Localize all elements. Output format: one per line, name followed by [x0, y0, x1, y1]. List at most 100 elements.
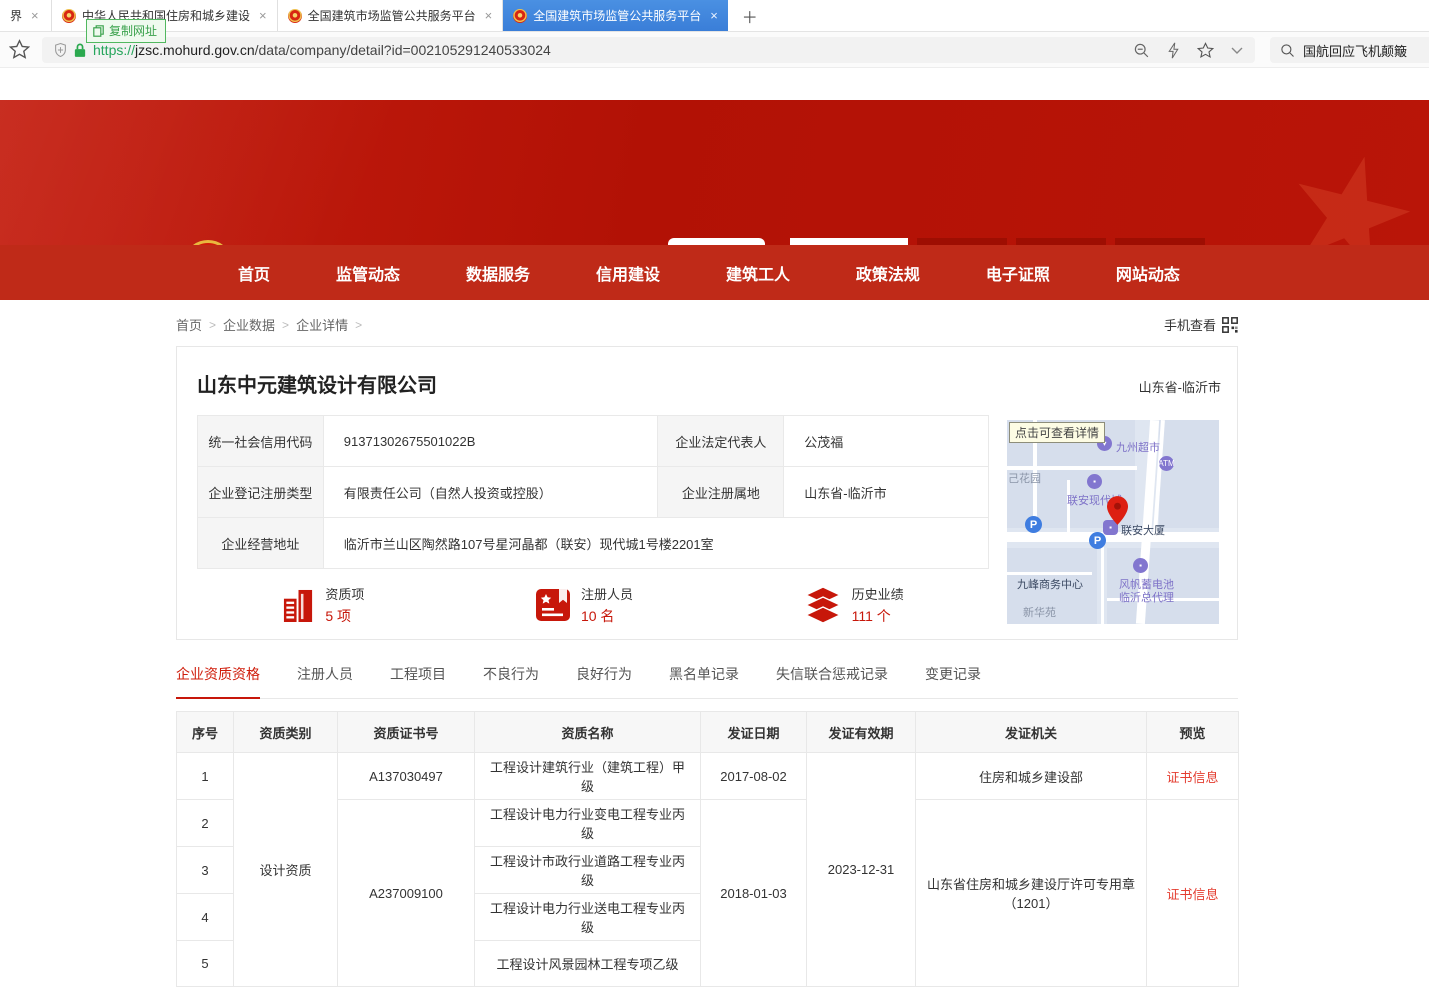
nav-item-credit[interactable]: 信用建设 — [596, 261, 660, 285]
info-label: 企业注册属地 — [658, 467, 784, 518]
stat-label: 注册人员 — [581, 584, 633, 603]
tab-projects[interactable]: 工程项目 — [390, 664, 446, 698]
shield-icon[interactable] — [54, 42, 67, 58]
battery-pin-icon: ▪ — [1133, 558, 1148, 573]
mobile-view-link[interactable]: 手机查看 — [1164, 315, 1238, 334]
table-row: 企业经营地址 临沂市兰山区陶然路107号星河晶都（联安）现代城1号楼2201室 — [198, 518, 989, 569]
building-icon — [282, 587, 315, 624]
stat-registered-personnel[interactable]: 注册人员 10 名 — [535, 584, 633, 626]
stat-label: 历史业绩 — [852, 584, 904, 603]
cell-cert-no: A237009100 — [338, 800, 475, 987]
search-tab-credit[interactable]: 诚信记录 — [1115, 238, 1205, 245]
cert-info-link[interactable]: 证书信息 — [1166, 887, 1218, 902]
browser-tab-bar: 界 × 中华人民共和国住房和城乡建设 × 全国建筑市场监管公共服务平台 × 全国… — [0, 0, 1429, 32]
col-header-no: 序号 — [177, 712, 234, 753]
search-tab-project[interactable]: 建设项目 — [1016, 238, 1106, 245]
tab-registered-personnel[interactable]: 注册人员 — [297, 664, 353, 698]
tab-dishonesty-records[interactable]: 失信联合惩戒记录 — [776, 664, 888, 698]
emblem-favicon-icon — [513, 9, 527, 23]
stat-label: 资质项 — [325, 584, 364, 603]
hot-search-text: 国航回应飞机颠簸 — [1303, 41, 1407, 60]
info-value-credit-code: 91371302675501022B — [323, 416, 658, 467]
nav-item-workers[interactable]: 建筑工人 — [726, 261, 790, 285]
map-block — [1159, 420, 1219, 528]
col-header-cert-no: 资质证书号 — [338, 712, 475, 753]
stat-qualifications[interactable]: 资质项 5 项 — [282, 584, 364, 626]
https-lock-icon — [74, 42, 86, 58]
cell-category: 设计资质 — [234, 753, 338, 987]
layers-icon — [804, 587, 842, 623]
parking-icon: P — [1025, 516, 1042, 533]
stat-value: 10 名 — [581, 606, 633, 626]
nav-item-home[interactable]: 首页 — [238, 261, 270, 285]
url-text: https://jzsc.mohurd.gov.cn/data/company/… — [93, 42, 551, 58]
browser-quick-search[interactable]: 国航回应飞机颠簸 — [1270, 37, 1429, 63]
col-header-issue-date: 发证日期 — [701, 712, 807, 753]
cell-qual-name: 工程设计建筑行业（建筑工程）甲级 — [475, 753, 701, 800]
breadcrumb-company-data[interactable]: 企业数据 — [223, 315, 275, 334]
chevron-down-icon[interactable] — [1231, 46, 1243, 55]
breadcrumb-row: 首页 > 企业数据 > 企业详情 > 手机查看 — [176, 315, 1238, 334]
breadcrumb-separator: > — [209, 318, 216, 332]
info-label: 企业登记注册类型 — [198, 467, 324, 518]
search-tab-personnel[interactable]: 从业人员 — [917, 238, 1007, 245]
browser-tab-partial[interactable]: 界 × — [0, 0, 52, 31]
search-tab-enterprise[interactable]: 建设工程企业 — [790, 238, 908, 245]
address-bar-input[interactable]: https://jzsc.mohurd.gov.cn/data/company/… — [42, 37, 1255, 63]
nav-item-supervision[interactable]: 监管动态 — [336, 261, 400, 285]
zoom-out-icon[interactable] — [1133, 42, 1150, 59]
info-label: 企业经营地址 — [198, 518, 324, 569]
company-name: 山东中元建筑设计有限公司 — [197, 369, 437, 398]
cell-issue-date: 2018-01-03 — [701, 800, 807, 987]
col-header-authority: 发证机关 — [916, 712, 1147, 753]
tab-blacklist[interactable]: 黑名单记录 — [669, 664, 739, 698]
cert-info-link[interactable]: 证书信息 — [1166, 770, 1218, 785]
header-search-widget: 建设工程企业 从业人员 建设项目 诚信记录 搜索 — [790, 238, 1238, 245]
company-location-map[interactable]: 点击可查看详情 ▾ 九州超市 ATM 己花园 ▪ 联安现代城 ▪ 联安大厦 P … — [1007, 420, 1219, 624]
bookmark-star-icon[interactable] — [9, 39, 30, 65]
breadcrumb-separator: > — [282, 318, 289, 332]
tab-close-icon[interactable]: × — [31, 9, 39, 22]
browser-tab-jzsc-active[interactable]: 全国建筑市场监管公共服务平台 × — [503, 0, 728, 31]
nav-item-data-service[interactable]: 数据服务 — [466, 261, 530, 285]
cell-qual-name: 工程设计风景园林工程专项乙级 — [475, 941, 701, 987]
map-poi-battery-2: 临沂总代理 — [1119, 589, 1174, 605]
table-row: 企业登记注册类型 有限责任公司（自然人投资或控股） 企业注册属地 山东省-临沂市 — [198, 467, 989, 518]
breadcrumb-home[interactable]: 首页 — [176, 315, 202, 334]
atm-pin-icon: ATM — [1159, 456, 1174, 471]
nav-item-elicense[interactable]: 电子证照 — [986, 261, 1050, 285]
certificate-icon — [535, 588, 571, 622]
info-label: 企业法定代表人 — [658, 416, 784, 467]
table-row: 统一社会信用代码 91371302675501022B 企业法定代表人 公茂福 — [198, 416, 989, 467]
new-tab-button[interactable]: ＋ — [728, 0, 772, 31]
nav-item-policy[interactable]: 政策法规 — [856, 261, 920, 285]
parking-icon: P — [1089, 532, 1106, 549]
qr-code-icon — [1222, 317, 1238, 333]
site-header: ★ 中华人民共和国住房和城乡建设部 www.mohurd.gov.cn 全国建筑… — [0, 100, 1429, 245]
tab-close-icon[interactable]: × — [710, 9, 718, 22]
qualification-table: 序号 资质类别 资质证书号 资质名称 发证日期 发证有效期 发证机关 预览 1 … — [176, 711, 1239, 987]
tab-title: 全国建筑市场监管公共服务平台 — [308, 7, 476, 24]
breadcrumb-separator: > — [355, 318, 362, 332]
search-category-tabs: 建设工程企业 从业人员 建设项目 诚信记录 — [790, 238, 1238, 245]
stat-historical-projects[interactable]: 历史业绩 111 个 — [804, 584, 904, 626]
cell-qual-name: 工程设计电力行业送电工程专业丙级 — [475, 894, 701, 941]
favorite-star-icon[interactable] — [1197, 42, 1214, 59]
stat-value: 111 个 — [852, 606, 904, 626]
tab-close-icon[interactable]: × — [259, 9, 267, 22]
tab-title: 全国建筑市场监管公共服务平台 — [533, 7, 701, 24]
map-poi-garden: 己花园 — [1008, 470, 1041, 486]
tab-change-records[interactable]: 变更记录 — [925, 664, 981, 698]
lightning-icon[interactable] — [1167, 42, 1180, 59]
site-nav: 首页 监管动态 数据服务 信用建设 建筑工人 政策法规 电子证照 网站动态 — [0, 245, 1429, 300]
browser-tab-jzsc-1[interactable]: 全国建筑市场监管公共服务平台 × — [278, 0, 504, 31]
tab-qualifications[interactable]: 企业资质资格 — [176, 664, 260, 699]
tab-good-behavior[interactable]: 良好行为 — [576, 664, 632, 698]
breadcrumb-company-detail[interactable]: 企业详情 — [296, 315, 348, 334]
breadcrumb: 首页 > 企业数据 > 企业详情 > — [176, 315, 362, 334]
tab-close-icon[interactable]: × — [485, 9, 493, 22]
company-location-pin[interactable] — [1107, 496, 1128, 530]
tab-bad-behavior[interactable]: 不良行为 — [483, 664, 539, 698]
nav-item-site-news[interactable]: 网站动态 — [1116, 261, 1180, 285]
company-stats: 资质项 5 项 注册人员 10 名 — [197, 584, 989, 626]
